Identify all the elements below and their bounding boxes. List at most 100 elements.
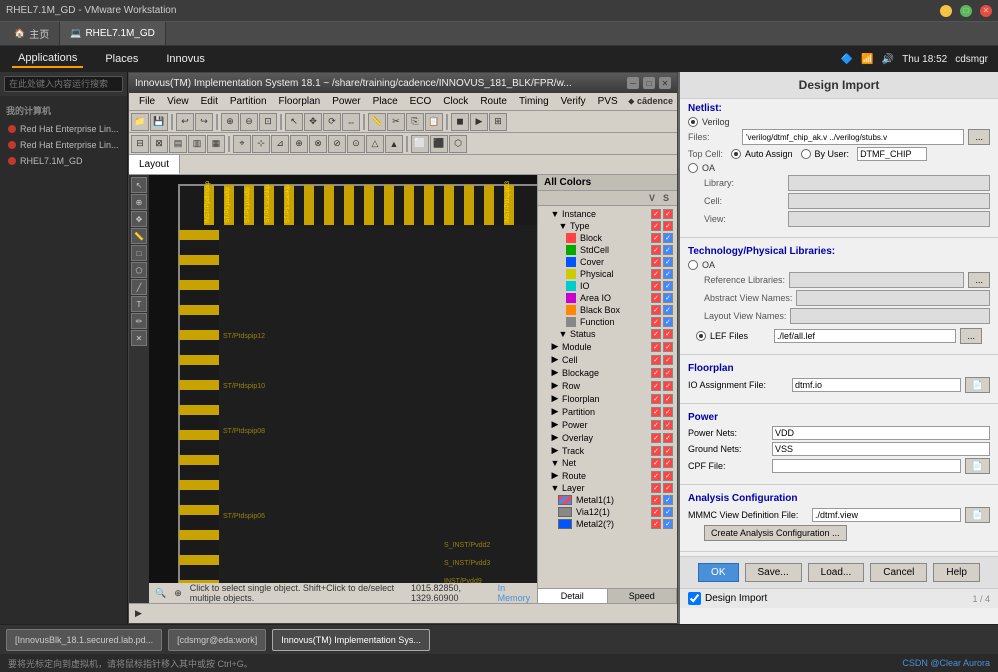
tb2-3[interactable]: ▤ [169,135,187,153]
expand-track[interactable]: ▶ [550,445,560,456]
tool-ruler[interactable]: 📏 [131,228,147,244]
tool-delete[interactable]: ✕ [131,330,147,346]
s-cover[interactable]: ✓ [663,257,673,267]
tb-move[interactable]: ✥ [304,113,322,131]
tb-open[interactable]: 📁 [131,113,149,131]
s-stdcell[interactable]: ✓ [663,245,673,255]
menu-file[interactable]: File [133,95,161,108]
tb2-16[interactable]: ⬛ [430,135,448,153]
tb2-9[interactable]: ⊕ [290,135,308,153]
tb2-4[interactable]: ▥ [188,135,206,153]
tree-blackbox[interactable]: Black Box ✓ ✓ [540,304,675,316]
taskbar-item-3[interactable]: Innovus(TM) Implementation Sys... [272,629,430,651]
s-instance[interactable]: ✓ [663,209,673,219]
tb-rotate[interactable]: ⟳ [323,113,341,131]
verilog-browse-btn[interactable]: ... [968,129,990,145]
menu-route[interactable]: Route [474,95,513,108]
tb-zoom-in[interactable]: ⊕ [221,113,239,131]
v-block[interactable]: ✓ [651,233,661,243]
tb2-10[interactable]: ⊗ [309,135,327,153]
tb-save[interactable]: 💾 [150,113,168,131]
s-net[interactable]: ✓ [663,458,673,468]
s-function[interactable]: ✓ [663,317,673,327]
v-partition[interactable]: ✓ [651,407,661,417]
menu-floorplan[interactable]: Floorplan [273,95,327,108]
innovus-minimize[interactable]: ─ [627,77,639,89]
mmmc-input[interactable] [812,508,961,522]
cpf-input[interactable] [772,459,961,473]
tb2-8[interactable]: ⊿ [271,135,289,153]
expand-route[interactable]: ▶ [550,470,560,481]
library-input[interactable] [788,175,990,191]
expand-row[interactable]: ▶ [550,380,560,391]
tb2-2[interactable]: ⊠ [150,135,168,153]
tool-polygon[interactable]: ⬠ [131,262,147,278]
layout-view-input[interactable] [790,308,990,324]
tree-cover[interactable]: Cover ✓ ✓ [540,256,675,268]
cancel-button[interactable]: Cancel [870,563,927,582]
tb2-12[interactable]: ⊙ [347,135,365,153]
tb-redo[interactable]: ↪ [195,113,213,131]
canvas-area[interactable]: ↖ ⊕ ✥ 📏 □ ⬠ ╱ T ✏ ✕ [129,175,537,603]
expand-overlay[interactable]: ▶ [550,432,560,443]
tb-paste[interactable]: 📋 [425,113,443,131]
canvas-zoom-icon[interactable]: ⊕ [174,588,182,599]
tb-extra1[interactable]: ◼ [451,113,469,131]
tree-type[interactable]: ▼ Type ✓ ✓ [540,220,675,232]
v-power[interactable]: ✓ [651,420,661,430]
s-blockage[interactable]: ✓ [663,368,673,378]
sidebar-item-rhel1[interactable]: Red Hat Enterprise Lin... [0,121,127,137]
v-row[interactable]: ✓ [651,381,661,391]
s-layer[interactable]: ✓ [663,483,673,493]
v-metal1[interactable]: ✓ [651,495,661,505]
v-blockage[interactable]: ✓ [651,368,661,378]
tb-cut[interactable]: ✂ [387,113,405,131]
tb2-14[interactable]: ▲ [385,135,403,153]
v-io[interactable]: ✓ [651,281,661,291]
taskbar-item-2[interactable]: [cdsmgr@eda:work] [168,629,266,651]
taskbar-item-1[interactable]: [InnovusBlk_18.1.secured.lab.pd... [6,629,162,651]
s-via12[interactable]: ✓ [663,507,673,517]
tool-rect[interactable]: □ [131,245,147,261]
v-via12[interactable]: ✓ [651,507,661,517]
maximize-button[interactable]: □ [960,5,972,17]
tree-instance[interactable]: ▼ Instance ✓ ✓ [540,208,675,220]
v-instance[interactable]: ✓ [651,209,661,219]
gnome-innovus[interactable]: Innovus [160,51,211,67]
tb2-17[interactable]: ⬡ [449,135,467,153]
tree-status[interactable]: ▼ Status ✓ ✓ [540,328,675,340]
colors-tree[interactable]: ▼ Instance ✓ ✓ ▼ Type ✓ ✓ [538,206,677,588]
s-io[interactable]: ✓ [663,281,673,291]
v-track[interactable]: ✓ [651,446,661,456]
tree-area-io[interactable]: Area IO ✓ ✓ [540,292,675,304]
expand-instance[interactable]: ▼ [550,209,560,219]
tree-function[interactable]: Function ✓ ✓ [540,316,675,328]
tree-physical[interactable]: Physical ✓ ✓ [540,268,675,280]
tech-oa-radio[interactable] [688,260,698,270]
v-net[interactable]: ✓ [651,458,661,468]
tree-metal2[interactable]: Metal2(?) ✓ ✓ [540,518,675,530]
save-button[interactable]: Save... [745,563,802,582]
s-row[interactable]: ✓ [663,381,673,391]
tb2-1[interactable]: ⊟ [131,135,149,153]
menu-power[interactable]: Power [326,95,366,108]
layout-tab[interactable]: Layout [129,155,180,174]
tb2-13[interactable]: △ [366,135,384,153]
menu-timing[interactable]: Timing [513,95,555,108]
tree-module[interactable]: ▶ Module ✓ ✓ [540,340,675,353]
tab-home[interactable]: 🏠 主页 [4,22,60,45]
s-overlay[interactable]: ✓ [663,433,673,443]
s-type[interactable]: ✓ [663,221,673,231]
expand-status[interactable]: ▼ [558,329,568,339]
expand-partition[interactable]: ▶ [550,406,560,417]
close-button[interactable]: ✕ [980,5,992,17]
menu-clock[interactable]: Clock [437,95,474,108]
v-stdcell[interactable]: ✓ [651,245,661,255]
search-input[interactable] [4,76,123,92]
s-cell[interactable]: ✓ [663,355,673,365]
minimize-button[interactable]: ─ [940,5,952,17]
cpf-browse[interactable]: 📄 [965,458,990,474]
menu-place[interactable]: Place [367,95,404,108]
lef-browse[interactable]: ... [960,328,982,344]
gnome-places[interactable]: Places [99,51,144,67]
